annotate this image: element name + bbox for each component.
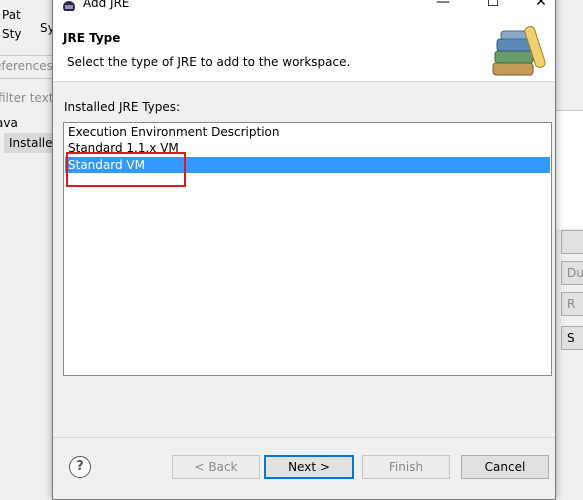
background-window-left: Pat Sty eferences filter text ava Instal…: [0, 0, 60, 499]
wizard-page-title: JRE Type: [63, 31, 121, 45]
bg-right-button[interactable]: S: [561, 326, 583, 350]
bg-right-pane: [555, 110, 583, 229]
list-item-standard-vm[interactable]: Standard VM: [65, 157, 550, 173]
footer-divider: [53, 437, 555, 438]
bg-divider: [0, 55, 52, 56]
minimize-button[interactable]: —: [428, 0, 458, 11]
bg-tree-item-java[interactable]: ava: [0, 116, 18, 130]
cancel-button[interactable]: Cancel: [461, 455, 549, 479]
dialog-title: Add JRE: [83, 0, 130, 10]
background-window-right: ded Du R S: [555, 0, 583, 499]
books-banner-icon: [492, 26, 546, 76]
help-icon[interactable]: ?: [69, 456, 91, 478]
wizard-header: JRE Type Select the type of JRE to add t…: [53, 11, 555, 82]
bg-tab-label: Sty: [2, 27, 22, 41]
bg-tab-label: Pat: [2, 8, 21, 22]
back-button[interactable]: < Back: [172, 455, 260, 479]
dialog-titlebar: Add JRE — ☐ ✕: [53, 0, 556, 13]
bg-window-title: eferences: [0, 59, 53, 73]
jre-types-list[interactable]: Execution Environment Description Standa…: [63, 122, 552, 376]
maximize-button[interactable]: ☐: [478, 0, 508, 11]
next-button[interactable]: Next >: [264, 455, 354, 479]
bg-divider: [0, 78, 52, 79]
bg-right-button[interactable]: Du: [561, 261, 583, 285]
wizard-page-description: Select the type of JRE to add to the wor…: [67, 55, 351, 69]
bg-right-button[interactable]: [561, 230, 583, 254]
bg-filter-input[interactable]: filter text: [0, 91, 53, 105]
list-item-execution-environment[interactable]: Execution Environment Description: [65, 124, 550, 140]
bg-right-button[interactable]: R: [561, 292, 583, 316]
list-item-standard-1-1-vm[interactable]: Standard 1.1.x VM: [65, 140, 550, 156]
finish-button[interactable]: Finish: [362, 455, 450, 479]
close-button[interactable]: ✕: [526, 0, 556, 11]
add-jre-dialog: Add JRE — ☐ ✕ JRE Type Select the type o…: [52, 0, 556, 500]
installed-jre-types-label: Installed JRE Types:: [64, 100, 181, 114]
